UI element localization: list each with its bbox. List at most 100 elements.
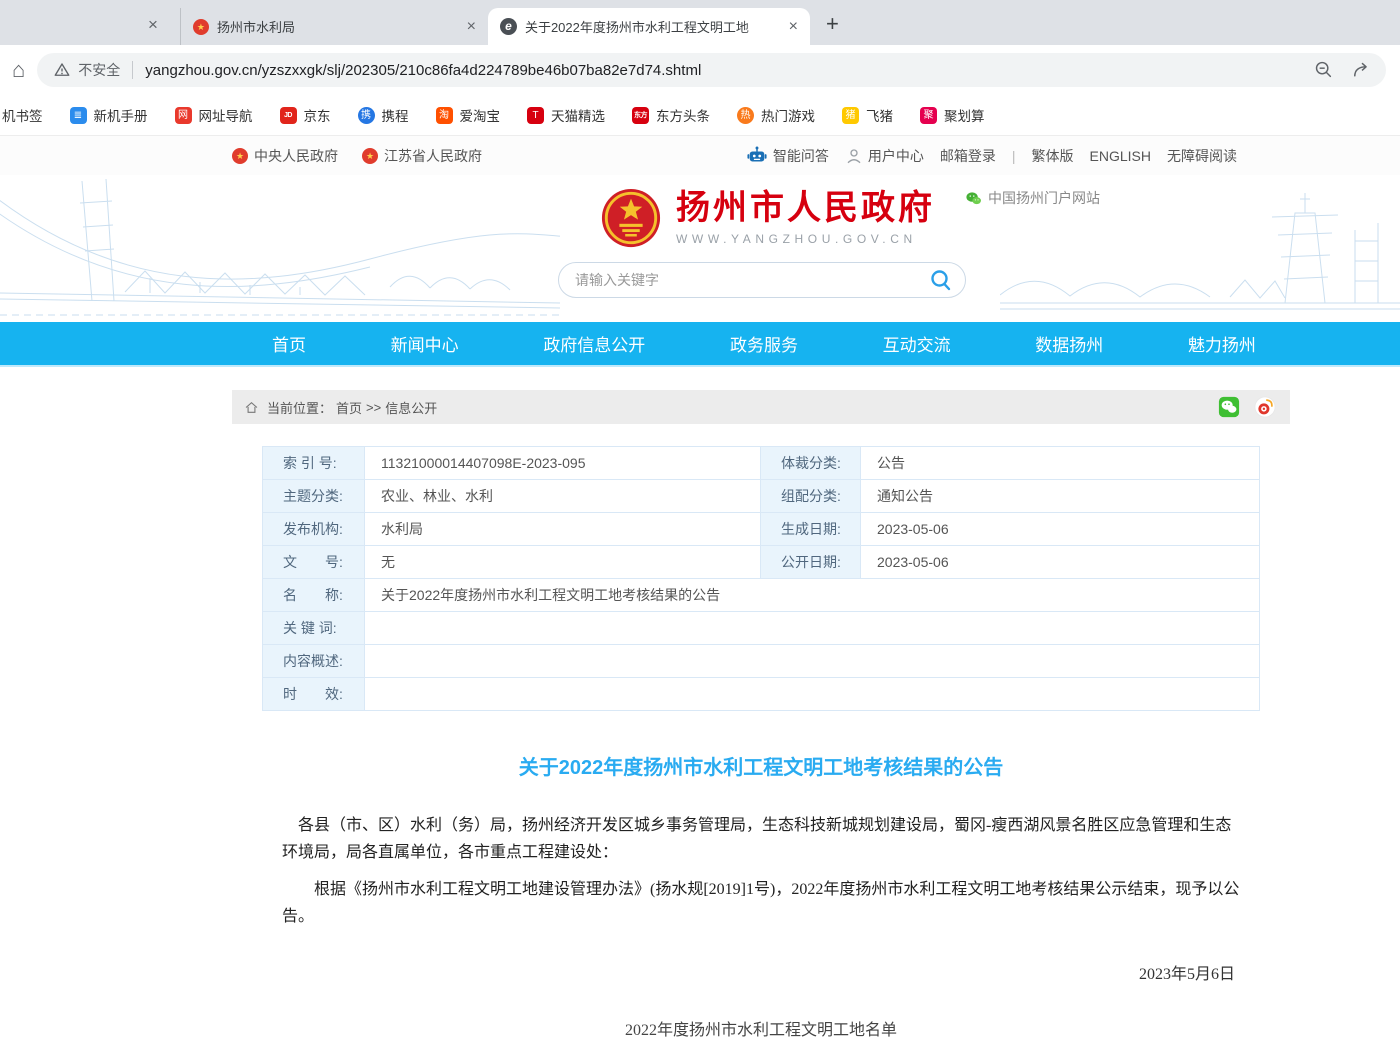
gov-emblem-icon: ★: [362, 148, 378, 164]
new-tab-button[interactable]: +: [826, 11, 839, 37]
breadcrumb: 当前位置： 首页 >> 信息公开: [232, 390, 1290, 424]
user-center-label: 用户中心: [868, 146, 924, 166]
meta-label: 名 称:: [263, 579, 365, 611]
nav-gov-services[interactable]: 政务服务: [730, 331, 798, 356]
url-text: yangzhou.gov.cn/yzszxxgk/slj/202305/210c…: [145, 62, 1304, 79]
smart-qa-label: 智能问答: [773, 146, 829, 166]
close-icon[interactable]: ×: [787, 18, 800, 36]
meta-row: 主题分类: 农业、林业、水利 组配分类: 通知公告: [263, 480, 1259, 513]
main-navigation: 首页 新闻中心 政府信息公开 政务服务 互动交流 数据扬州 魅力扬州: [0, 322, 1400, 367]
site-header-banner: 扬州市人民政府 WWW.YANGZHOU.GOV.CN 中国扬州门户网站: [0, 175, 1400, 322]
manual-icon: ≣: [70, 107, 87, 124]
bookmark-fliggy[interactable]: 猪 飞猪: [842, 105, 893, 125]
bookmark-aitaobao[interactable]: 淘 爱淘宝: [436, 105, 501, 125]
portal-label: 中国扬州门户网站: [988, 188, 1100, 208]
wechat-share-icon[interactable]: [1218, 396, 1240, 418]
bookmark-label: 携程: [382, 105, 409, 125]
english-version-link[interactable]: ENGLISH: [1090, 148, 1151, 164]
gov-link-label: 中央人民政府: [254, 146, 338, 166]
gov-utility-bar: ★ 中央人民政府 ★ 江苏省人民政府 智能问答: [0, 135, 1400, 175]
bookmark-phone-bookmarks[interactable]: 机书签: [2, 105, 43, 125]
bookmark-label: 东方头条: [656, 105, 710, 125]
eastday-icon: 东方: [632, 107, 649, 124]
search-input[interactable]: [575, 272, 929, 288]
nav-info-disclosure[interactable]: 政府信息公开: [543, 331, 645, 356]
jd-icon: JD: [280, 107, 297, 124]
close-icon[interactable]: ×: [465, 18, 478, 36]
bookmark-label: 新机手册: [94, 105, 148, 125]
bookmark-ctrip[interactable]: 携 携程: [358, 105, 409, 125]
bookmark-tmall[interactable]: T 天猫精选: [527, 105, 605, 125]
meta-value: 2023-05-06: [861, 513, 1261, 545]
zoom-out-icon[interactable]: [1314, 60, 1334, 80]
bookmark-label: 聚划算: [944, 105, 985, 125]
bookmark-label: 热门游戏: [761, 105, 815, 125]
meta-label: 文 号:: [263, 546, 365, 578]
site-logo[interactable]: 扬州市人民政府 WWW.YANGZHOU.GOV.CN: [600, 187, 935, 249]
meta-row: 发布机构: 水利局 生成日期: 2023-05-06: [263, 513, 1259, 546]
bookmark-new-phone-manual[interactable]: ≣ 新机手册: [70, 105, 148, 125]
meta-row: 内容概述:: [263, 645, 1259, 678]
bookmarks-bar: 机书签 ≣ 新机手册 网 网址导航 JD 京东 携 携程 淘 爱淘宝 T 天猫精…: [0, 95, 1400, 135]
weibo-share-icon[interactable]: [1254, 396, 1276, 418]
home-icon[interactable]: ⌂: [12, 59, 25, 81]
site-title: 扬州市人民政府: [676, 190, 935, 227]
page-content: 当前位置： 首页 >> 信息公开 索 引 号: 1132100001440709…: [232, 390, 1290, 1040]
breadcrumb-current[interactable]: 信息公开: [385, 398, 437, 417]
robot-icon: [746, 146, 768, 166]
document-meta-table: 索 引 号: 11321000014407098E-2023-095 体裁分类:…: [262, 446, 1260, 711]
meta-value: [365, 678, 1261, 710]
taobao-icon: 淘: [436, 107, 453, 124]
breadcrumb-home-link[interactable]: 首页: [336, 398, 362, 417]
traditional-version-link[interactable]: 繁体版: [1032, 146, 1074, 166]
tab-active-announcement[interactable]: e 关于2022年度扬州市水利工程文明工地 ×: [488, 8, 810, 45]
nav-home[interactable]: 首页: [272, 331, 306, 356]
bookmark-jd[interactable]: JD 京东: [280, 105, 331, 125]
site-favicon-icon: e: [500, 18, 517, 35]
divider: |: [1012, 148, 1016, 164]
national-emblem-icon: [600, 187, 662, 249]
bookmark-juhuasuan[interactable]: 聚 聚划算: [920, 105, 985, 125]
tab-yangzhou-water-bureau[interactable]: ★ 扬州市水利局 ×: [180, 8, 488, 45]
bookmark-label: 京东: [304, 105, 331, 125]
divider: [132, 61, 133, 79]
user-center-link[interactable]: 用户中心: [845, 146, 924, 166]
mail-login-link[interactable]: 邮箱登录: [940, 146, 996, 166]
meta-row: 时 效:: [263, 678, 1259, 710]
meta-value: [365, 645, 1261, 677]
meta-value: 公告: [861, 447, 1261, 479]
user-icon: [845, 147, 863, 165]
accessibility-link[interactable]: 无障碍阅读: [1167, 146, 1237, 166]
close-icon[interactable]: ×: [148, 15, 158, 35]
search-icon[interactable]: [929, 268, 953, 292]
article-list-title: 2022年度扬州市水利工程文明工地名单: [282, 1016, 1240, 1040]
share-icon[interactable]: [1352, 60, 1372, 80]
meta-label: 发布机构:: [263, 513, 365, 545]
link-central-government[interactable]: ★ 中央人民政府: [232, 146, 338, 166]
meta-row: 索 引 号: 11321000014407098E-2023-095 体裁分类:…: [263, 447, 1259, 480]
nav-news-center[interactable]: 新闻中心: [391, 331, 459, 356]
gov-emblem-icon: ★: [232, 148, 248, 164]
wechat-portal-link[interactable]: 中国扬州门户网站: [965, 188, 1100, 208]
nav-charming-yangzhou[interactable]: 魅力扬州: [1188, 331, 1256, 356]
bookmark-label: 天猫精选: [551, 105, 605, 125]
meta-label: 组配分类:: [761, 480, 861, 512]
juhuasuan-icon: 聚: [920, 107, 937, 124]
meta-label: 主题分类:: [263, 480, 365, 512]
meta-label: 公开日期:: [761, 546, 861, 578]
article-date: 2023年5月6日: [282, 960, 1240, 984]
meta-label: 关 键 词:: [263, 612, 365, 644]
games-icon: 热: [737, 107, 754, 124]
url-field[interactable]: 不安全 yangzhou.gov.cn/yzszxxgk/slj/202305/…: [37, 53, 1386, 87]
bookmark-eastday[interactable]: 东方 东方头条: [632, 105, 710, 125]
bookmark-url-navigation[interactable]: 网 网址导航: [175, 105, 253, 125]
smart-qa-link[interactable]: 智能问答: [746, 146, 829, 166]
nav-interaction[interactable]: 互动交流: [883, 331, 951, 356]
nav-data-yangzhou[interactable]: 数据扬州: [1035, 331, 1103, 356]
meta-value: 通知公告: [861, 480, 1261, 512]
link-jiangsu-government[interactable]: ★ 江苏省人民政府: [362, 146, 482, 166]
bookmark-hot-games[interactable]: 热 热门游戏: [737, 105, 815, 125]
breadcrumb-separator: >>: [366, 400, 381, 415]
meta-value: [365, 612, 1261, 644]
bookmark-label: 爱淘宝: [460, 105, 501, 125]
